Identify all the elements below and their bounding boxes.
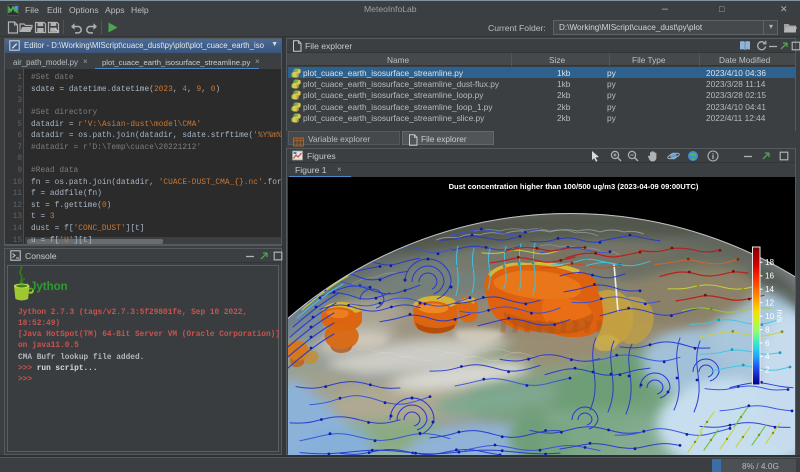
svg-text:12: 12	[765, 298, 775, 307]
svg-text:18: 18	[765, 258, 775, 267]
svg-text:10: 10	[765, 312, 775, 321]
svg-text:2: 2	[765, 366, 770, 375]
svg-text:8: 8	[765, 325, 770, 334]
svg-text:6: 6	[765, 339, 770, 348]
svg-text:14: 14	[765, 285, 775, 294]
svg-text:16: 16	[765, 272, 775, 281]
svg-text:m/s: m/s	[775, 310, 784, 323]
svg-text:4: 4	[765, 352, 770, 361]
